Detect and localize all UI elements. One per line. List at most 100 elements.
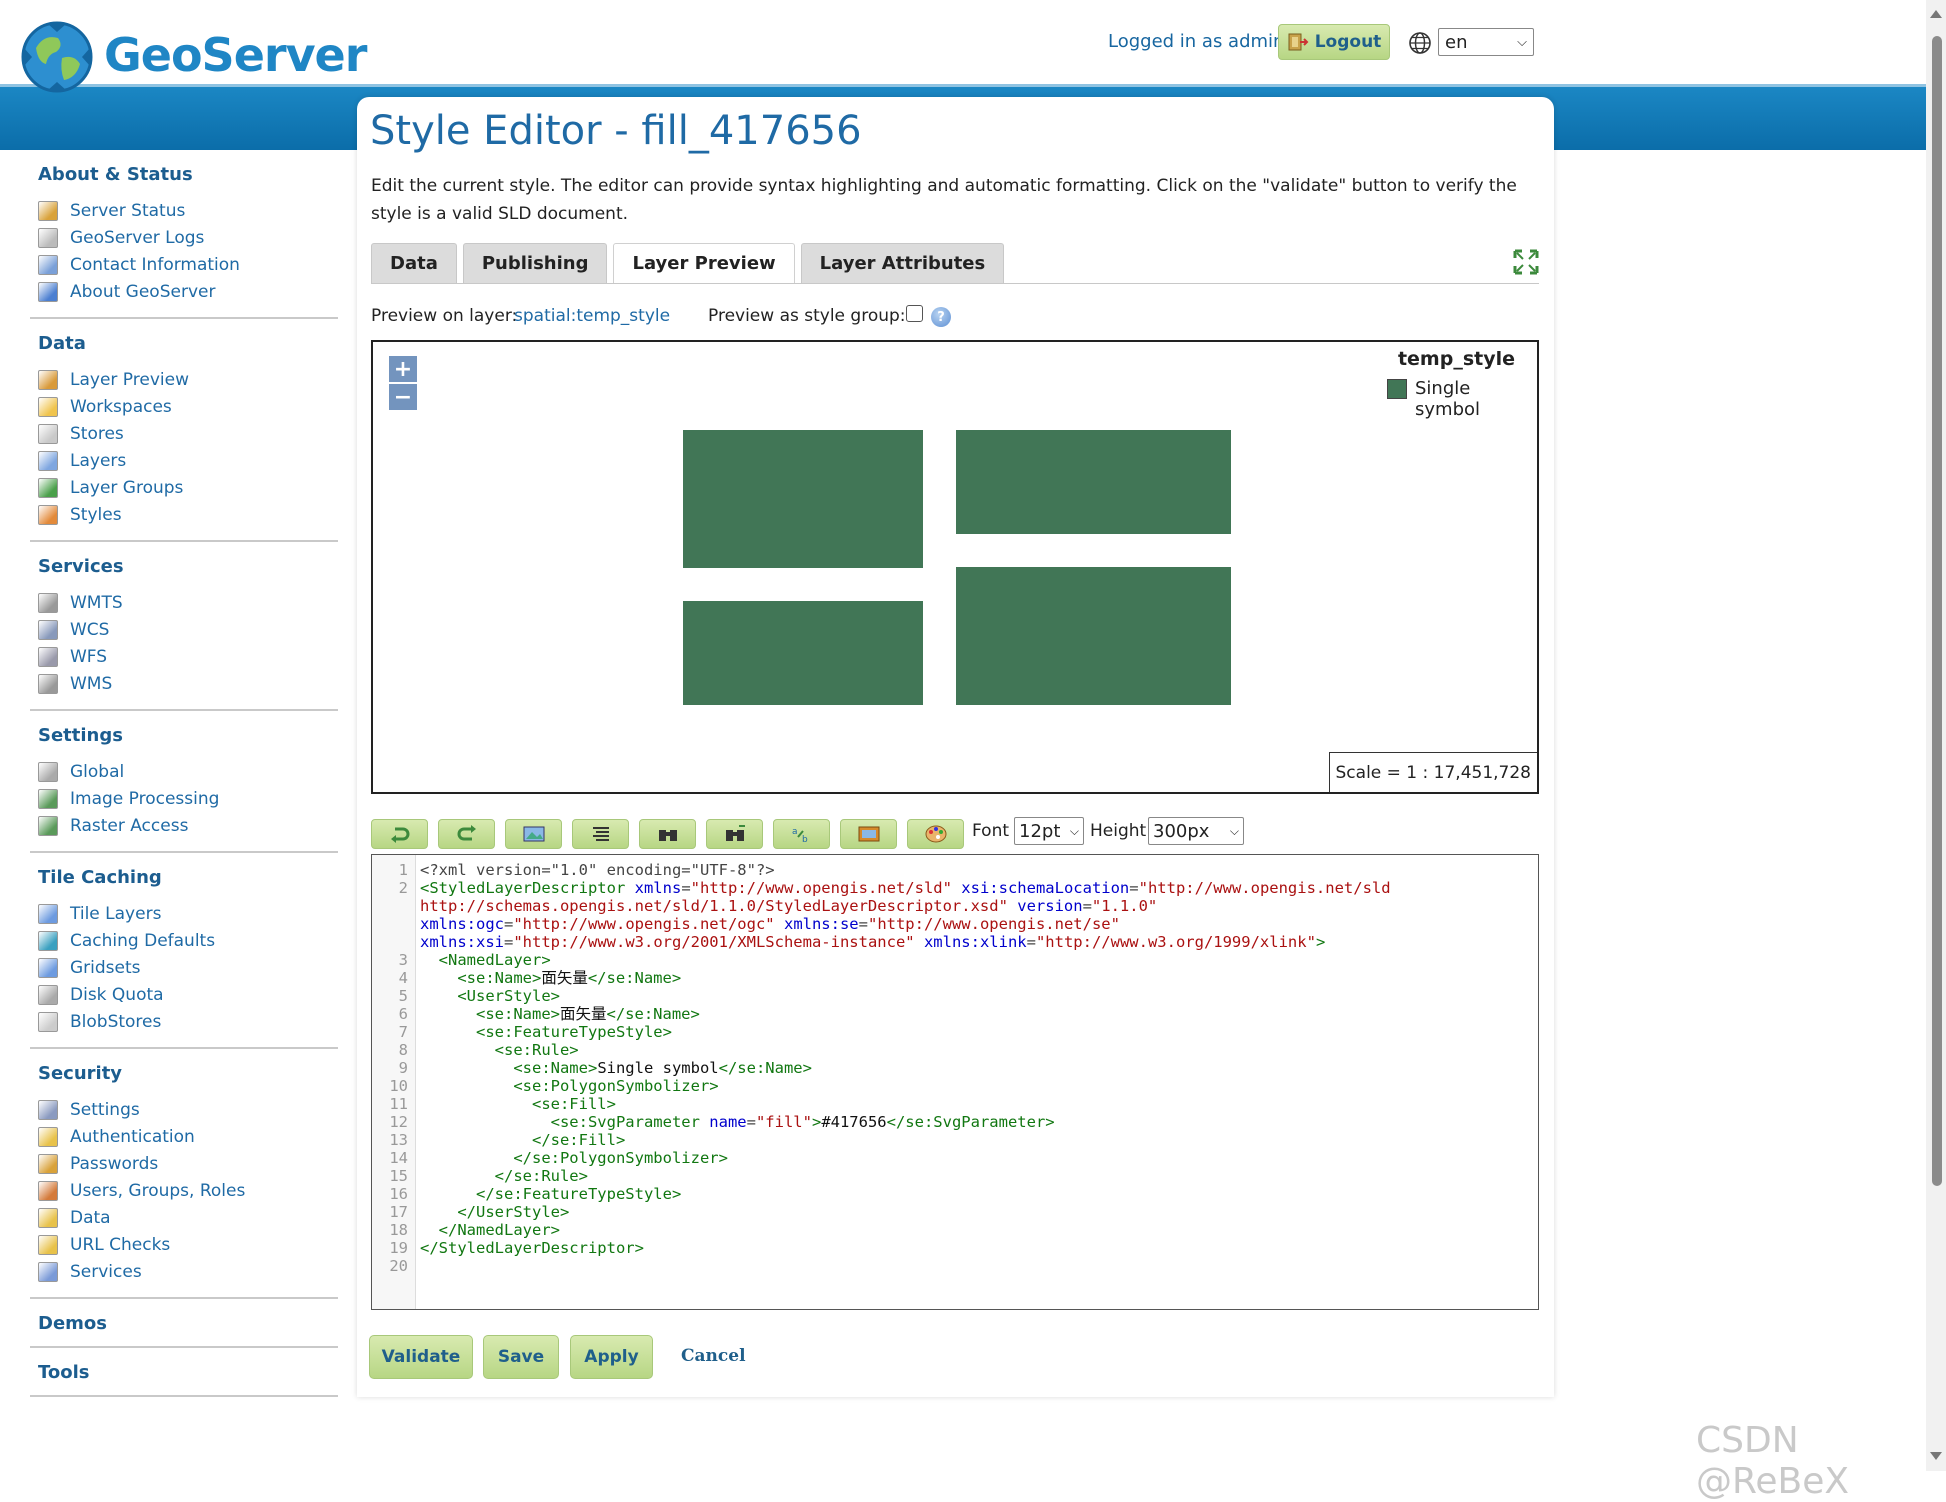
color-picker-button[interactable] [907, 819, 964, 849]
sidebar-item[interactable]: Layer Preview [38, 366, 338, 393]
sidebar-item[interactable]: Layer Groups [38, 474, 338, 501]
code-line[interactable]: 15 </se:Rule> [372, 1167, 1538, 1185]
image-processing-icon [38, 788, 58, 809]
sidebar-item-label: Layer Groups [70, 477, 184, 498]
tab-data[interactable]: Data [371, 243, 457, 283]
save-button[interactable]: Save [483, 1335, 559, 1379]
code-line[interactable]: http://schemas.opengis.net/sld/1.1.0/Sty… [372, 897, 1538, 915]
code-line[interactable]: 8 <se:Rule> [372, 1041, 1538, 1059]
nav-section-title[interactable]: About & Status [38, 164, 338, 185]
code-line[interactable]: 13 </se:Fill> [372, 1131, 1538, 1149]
nav-section-title[interactable]: Services [38, 556, 338, 577]
nav-section-title[interactable]: Settings [38, 725, 338, 746]
sidebar-item[interactable]: WMS [38, 670, 338, 697]
code-line[interactable]: 17 </UserStyle> [372, 1203, 1538, 1221]
undo-button[interactable] [371, 819, 428, 849]
tab-layer-attributes[interactable]: Layer Attributes [800, 243, 1005, 283]
language-select[interactable]: en ⌵ [1438, 28, 1534, 56]
scroll-thumb[interactable] [1932, 36, 1942, 1186]
zoom-in-button[interactable]: + [389, 356, 417, 382]
reformat-button[interactable] [572, 819, 629, 849]
find-button[interactable] [639, 819, 696, 849]
logout-button[interactable]: Logout [1278, 24, 1390, 60]
tab-publishing[interactable]: Publishing [462, 243, 608, 283]
nav-section-title[interactable]: Data [38, 333, 338, 354]
code-line[interactable]: 12 <se:SvgParameter name="fill">#417656<… [372, 1113, 1538, 1131]
code-line[interactable]: 18 </NamedLayer> [372, 1221, 1538, 1239]
sidebar-item[interactable]: URL Checks [38, 1231, 338, 1258]
page-title: Style Editor - fill_417656 [370, 108, 862, 154]
cancel-link[interactable]: Cancel [681, 1346, 746, 1366]
style-group-checkbox[interactable] [906, 305, 923, 322]
validate-button[interactable]: Validate [369, 1335, 473, 1379]
sidebar-item[interactable]: Workspaces [38, 393, 338, 420]
sidebar-item[interactable]: Image Processing [38, 785, 338, 812]
sidebar-item[interactable]: Stores [38, 420, 338, 447]
geoserver-logo-icon[interactable] [18, 18, 96, 96]
map-preview[interactable]: + − temp_style Single symbol Scale = 1 :… [371, 340, 1539, 794]
code-line[interactable]: 5 <UserStyle> [372, 987, 1538, 1005]
sidebar-item[interactable]: Tile Layers [38, 900, 338, 927]
code-line[interactable]: 1 <?xml version="1.0" encoding="UTF-8"?> [372, 861, 1538, 879]
scroll-up-arrow-icon[interactable] [1930, 10, 1942, 18]
sidebar-item[interactable]: WCS [38, 616, 338, 643]
sidebar-item[interactable]: Services [38, 1258, 338, 1285]
nav-section-title[interactable]: Tile Caching [38, 867, 338, 888]
editor-height-select[interactable]: 300px ⌵ [1148, 817, 1244, 845]
code-line[interactable]: xmlns:ogc="http://www.opengis.net/ogc" x… [372, 915, 1538, 933]
line-number: 9 [398, 1059, 408, 1077]
code-line[interactable]: 9 <se:Name>Single symbol</se:Name> [372, 1059, 1538, 1077]
code-line[interactable]: 19 </StyledLayerDescriptor> [372, 1239, 1538, 1257]
sidebar-item[interactable]: Gridsets [38, 954, 338, 981]
tab-layer-preview[interactable]: Layer Preview [613, 243, 795, 283]
code-line[interactable]: 11 <se:Fill> [372, 1095, 1538, 1113]
style-tabs: Data Publishing Layer Preview Layer Attribu… [371, 243, 1005, 283]
help-icon[interactable]: ? [931, 307, 951, 327]
sidebar-item[interactable]: Contact Information [38, 251, 338, 278]
sidebar-item[interactable]: Settings [38, 1096, 338, 1123]
code-line[interactable]: 16 </se:FeatureTypeStyle> [372, 1185, 1538, 1203]
sidebar-item[interactable]: Passwords [38, 1150, 338, 1177]
apply-button[interactable]: Apply [570, 1335, 653, 1379]
sidebar-item[interactable]: Authentication [38, 1123, 338, 1150]
sidebar-item[interactable]: Caching Defaults [38, 927, 338, 954]
code-line[interactable]: 2 <StyledLayerDescriptor xmlns="http://ww… [372, 879, 1538, 897]
sidebar-item[interactable]: Disk Quota [38, 981, 338, 1008]
find-next-button[interactable] [706, 819, 763, 849]
nav-section-title[interactable]: Tools [38, 1362, 338, 1383]
sidebar-item[interactable]: Layers [38, 447, 338, 474]
zoom-out-button[interactable]: − [389, 384, 417, 410]
nav-section-title[interactable]: Security [38, 1063, 338, 1084]
sidebar-item[interactable]: Styles [38, 501, 338, 528]
fullscreen-icon[interactable] [1512, 248, 1540, 276]
sidebar-item[interactable]: Raster Access [38, 812, 338, 839]
nav-section-title[interactable]: Demos [38, 1313, 338, 1334]
go-to-line-button[interactable] [505, 819, 562, 849]
page-scrollbar[interactable] [1926, 0, 1946, 1471]
redo-button[interactable] [438, 819, 495, 849]
sidebar-item[interactable]: GeoServer Logs [38, 224, 338, 251]
sidebar-item[interactable]: Data [38, 1204, 338, 1231]
insert-image-button[interactable] [840, 819, 897, 849]
preview-layer-link[interactable]: spatial:temp_style [514, 306, 670, 326]
code-line[interactable]: 4 <se:Name>面矢量</se:Name> [372, 969, 1538, 987]
replace-button[interactable]: ab [773, 819, 830, 849]
wms-icon [38, 673, 58, 694]
code-line[interactable]: 6 <se:Name>面矢量</se:Name> [372, 1005, 1538, 1023]
sidebar-item[interactable]: Server Status [38, 197, 338, 224]
code-line[interactable]: 14 </se:PolygonSymbolizer> [372, 1149, 1538, 1167]
sidebar-item[interactable]: About GeoServer [38, 278, 338, 305]
sidebar-item[interactable]: BlobStores [38, 1008, 338, 1035]
code-content[interactable]: 1 <?xml version="1.0" encoding="UTF-8"?> 2… [372, 861, 1538, 1275]
sidebar-item[interactable]: Global [38, 758, 338, 785]
code-line[interactable]: 3 <NamedLayer> [372, 951, 1538, 969]
font-size-select[interactable]: 12pt ⌵ [1014, 817, 1084, 845]
sidebar-item[interactable]: Users, Groups, Roles [38, 1177, 338, 1204]
code-line[interactable]: 20 [372, 1257, 1538, 1275]
sidebar-item[interactable]: WMTS [38, 589, 338, 616]
sld-code-editor[interactable]: 1 <?xml version="1.0" encoding="UTF-8"?> 2… [371, 854, 1539, 1310]
sidebar-item[interactable]: WFS [38, 643, 338, 670]
code-line[interactable]: xmlns:xsi="http://www.w3.org/2001/XMLSch… [372, 933, 1538, 951]
code-line[interactable]: 10 <se:PolygonSymbolizer> [372, 1077, 1538, 1095]
code-line[interactable]: 7 <se:FeatureTypeStyle> [372, 1023, 1538, 1041]
